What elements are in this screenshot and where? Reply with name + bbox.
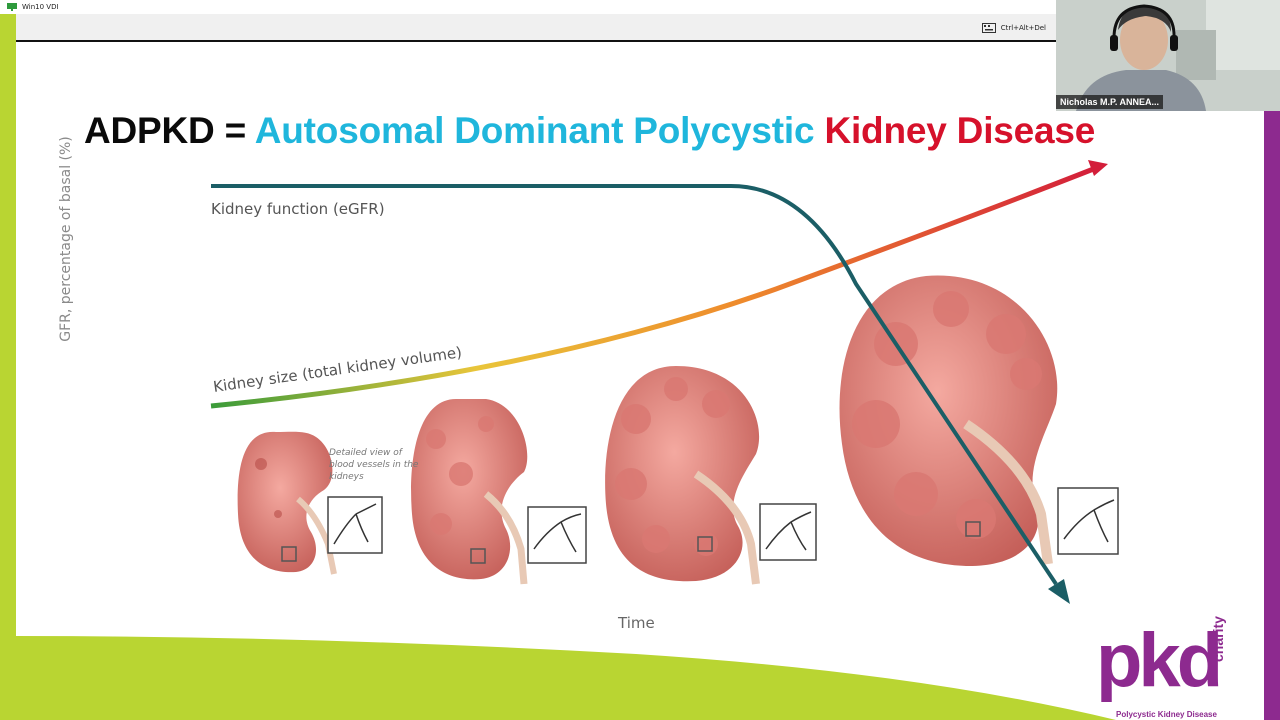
y-axis-label: GFR, percentage of basal (%)	[58, 136, 74, 342]
ctrl-alt-del-button[interactable]: Ctrl+Alt+Del	[981, 22, 1046, 34]
keyboard-icon	[981, 23, 996, 33]
curve-size-label: Kidney size (total kidney volume)	[212, 343, 463, 396]
x-axis-label: Time	[618, 614, 655, 632]
webcam-tile[interactable]: Nicholas M.P. ANNEA...	[1056, 0, 1280, 111]
kidney-illustration-2	[411, 399, 587, 585]
title-kidney-disease: Kidney Disease	[824, 110, 1096, 151]
slide-title: ADPKD = Autosomal Dominant Polycystic Ki…	[84, 110, 1095, 152]
vdi-toolbar: Ctrl+Alt+Del	[16, 14, 1056, 42]
kidney-illustration-3	[605, 366, 817, 585]
lime-wave	[16, 636, 1116, 720]
title-autosomal: Autosomal Dominant Polycystic	[254, 110, 825, 151]
purple-side-strip	[1264, 110, 1280, 720]
curve-function-label: Kidney function (eGFR)	[211, 200, 385, 218]
title-abbreviation: ADPKD =	[84, 110, 255, 151]
kidney-function-arrowhead	[1048, 579, 1070, 604]
logo-charity-text: charity	[1210, 616, 1226, 662]
detail-caption: Detailed view of blood vessels in the ki…	[329, 448, 419, 482]
kidney-size-arrowhead	[1088, 160, 1108, 176]
slide-frame-left	[0, 14, 16, 720]
logo-wordmark: pkd	[1096, 618, 1223, 703]
ctrl-alt-del-label: Ctrl+Alt+Del	[1000, 24, 1046, 32]
logo-subtitle: Polycystic Kidney Disease	[1116, 710, 1217, 719]
slide: Kidney function (eGFR) Kidney size (tota…	[16, 44, 1264, 720]
window-title: Win10 VDI	[22, 3, 59, 11]
participant-name: Nicholas M.P. ANNEA...	[1056, 95, 1164, 109]
pkd-charity-logo: pkd charity Polycystic Kidney Disease	[1092, 616, 1252, 720]
monitor-icon	[7, 3, 17, 11]
